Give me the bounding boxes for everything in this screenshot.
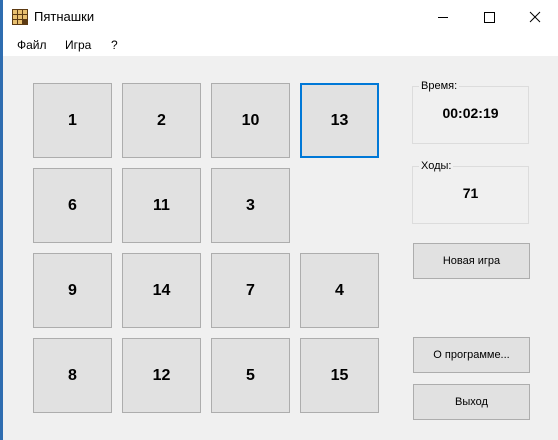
tile[interactable]: 14 (122, 253, 201, 328)
close-icon (529, 11, 541, 23)
menu-game[interactable]: Игра (65, 38, 91, 52)
tile[interactable]: 15 (300, 338, 379, 413)
menu-bar: Файл Игра ? (3, 34, 558, 56)
tile-puzzle-icon (12, 9, 28, 25)
tile[interactable]: 3 (211, 168, 290, 243)
minimize-button[interactable] (420, 0, 466, 34)
close-button[interactable] (512, 0, 558, 34)
minimize-icon (438, 16, 448, 18)
menu-file[interactable]: Файл (17, 38, 47, 52)
title-bar[interactable]: Пятнашки (3, 0, 558, 34)
tile[interactable]: 4 (300, 253, 379, 328)
moves-label: Ходы: (419, 160, 454, 172)
moves-value: 71 (462, 185, 479, 201)
window-title: Пятнашки (34, 9, 95, 24)
exit-button[interactable]: Выход (413, 384, 530, 420)
menu-help[interactable]: ? (111, 38, 118, 52)
tile[interactable]: 11 (122, 168, 201, 243)
maximize-icon (483, 11, 495, 23)
tile[interactable]: 7 (211, 253, 290, 328)
tile[interactable]: 6 (33, 168, 112, 243)
tile[interactable]: 8 (33, 338, 112, 413)
tile[interactable]: 1 (33, 83, 112, 158)
time-label: Время: (419, 80, 460, 92)
tile[interactable]: 9 (33, 253, 112, 328)
tile[interactable]: 12 (122, 338, 201, 413)
game-window: Пятнашки Файл Игра ? 1 2 10 13 6 11 3 9 … (3, 0, 558, 440)
tile[interactable]: 2 (122, 83, 201, 158)
tile-focused[interactable]: 13 (300, 83, 379, 158)
maximize-button[interactable] (466, 0, 512, 34)
new-game-button[interactable]: Новая игра (413, 243, 530, 279)
moves-groupbox: Ходы: 71 (412, 160, 529, 224)
time-groupbox: Время: 00:02:19 (412, 80, 529, 144)
time-value: 00:02:19 (442, 105, 499, 121)
about-button[interactable]: О программе... (413, 337, 530, 373)
tile[interactable]: 5 (211, 338, 290, 413)
tile[interactable]: 10 (211, 83, 290, 158)
